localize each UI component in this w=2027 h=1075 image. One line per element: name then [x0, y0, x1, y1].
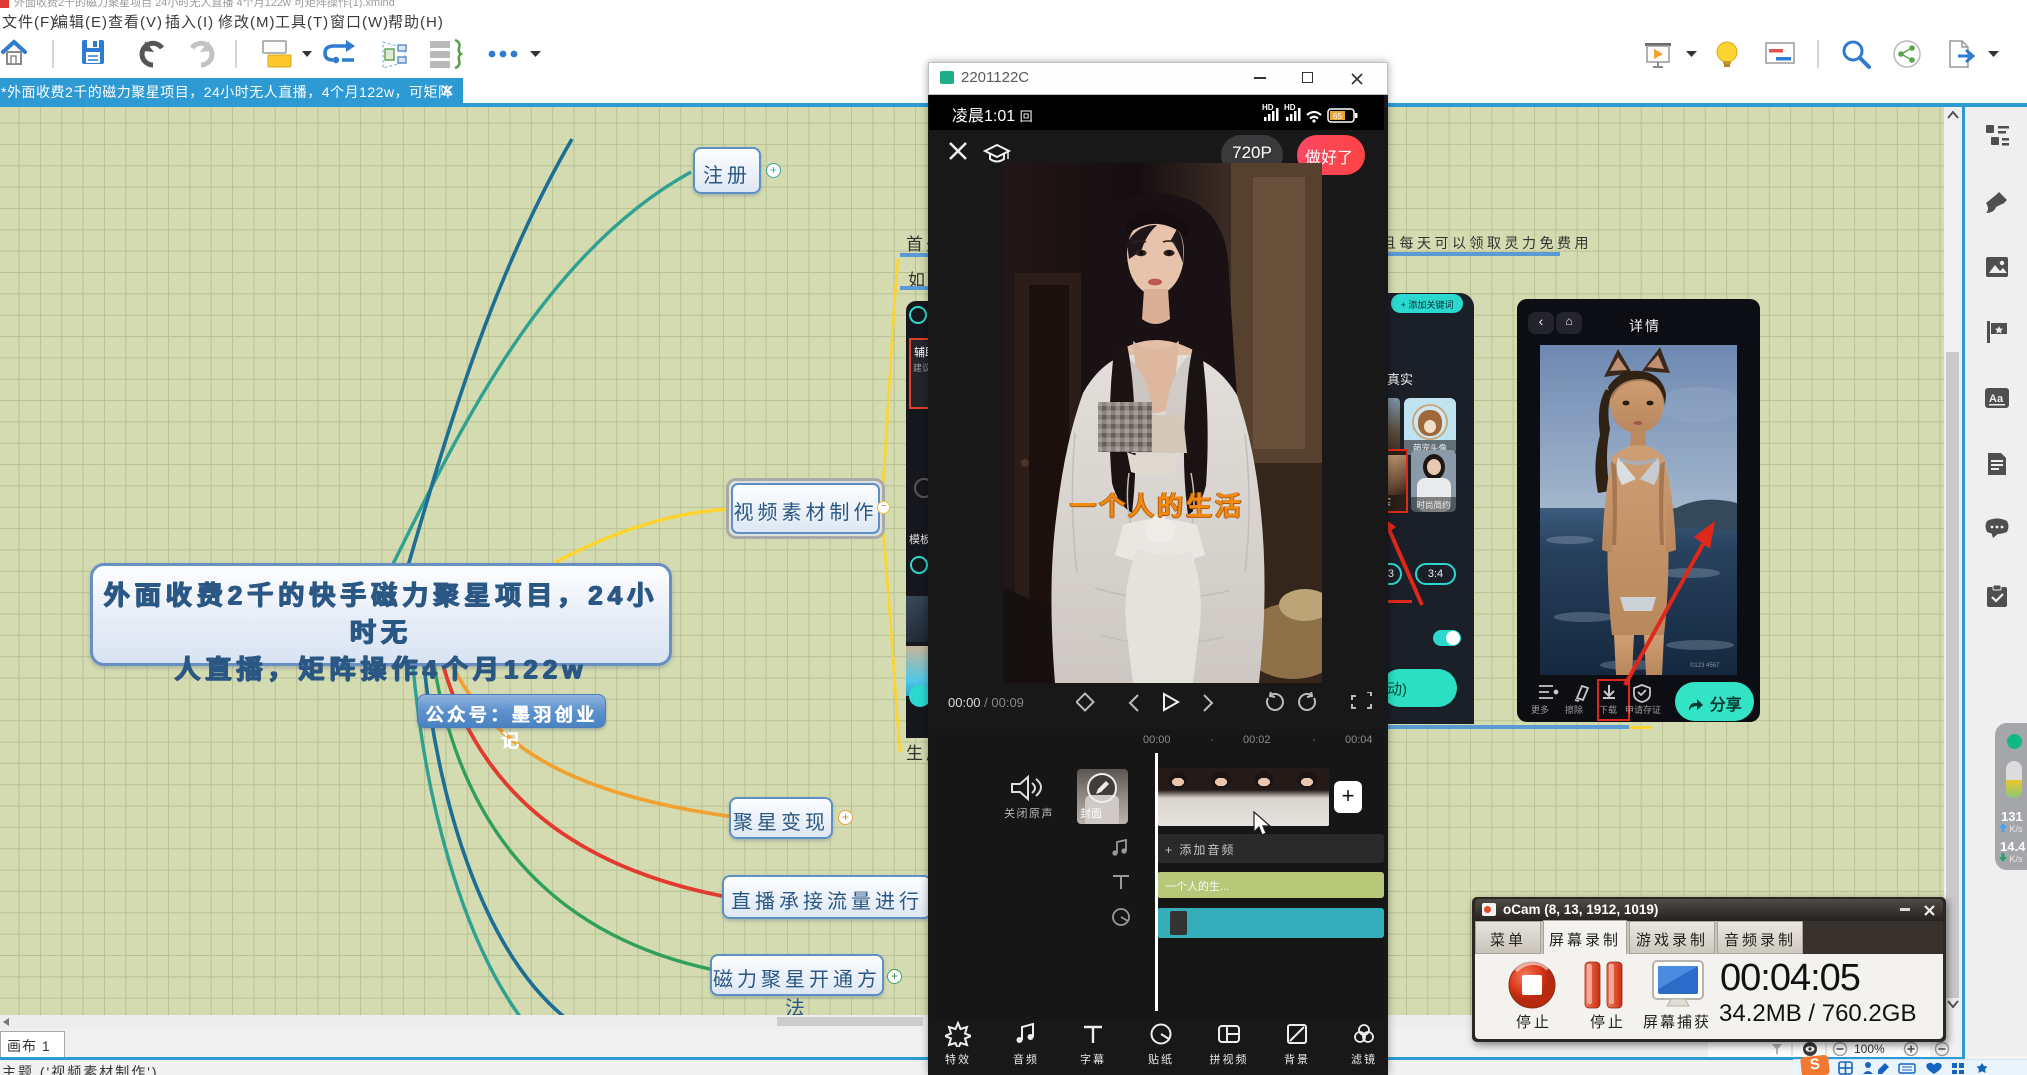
- svg-text:一个人的生活: 一个人的生活: [1070, 491, 1244, 521]
- svg-text:100%: 100%: [1854, 1042, 1885, 1056]
- svg-text:65: 65: [1333, 112, 1342, 121]
- svg-text:Aa: Aa: [1989, 393, 2004, 405]
- svg-text:HD: HD: [1262, 103, 1274, 112]
- svg-text:HD: HD: [1284, 103, 1296, 112]
